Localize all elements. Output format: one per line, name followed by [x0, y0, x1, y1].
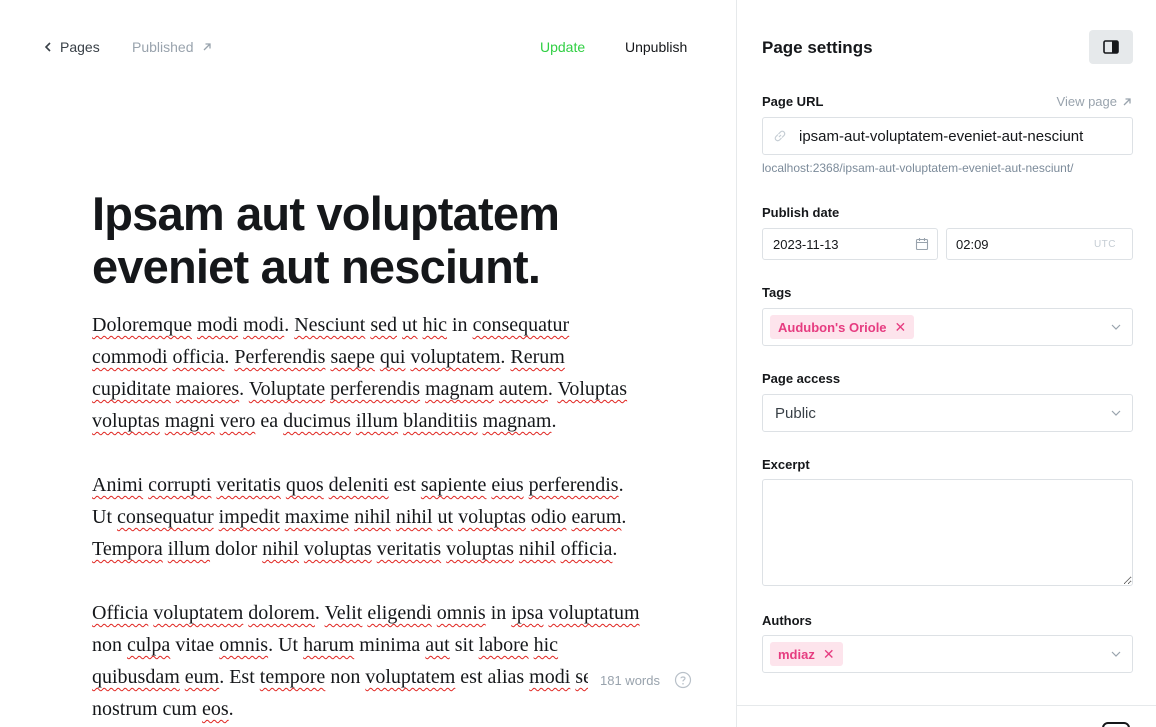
close-icon[interactable]: ✕	[823, 646, 835, 663]
time-value: 02:09	[956, 236, 989, 252]
published-status-link[interactable]: Published	[132, 39, 212, 55]
title-line-2: eveniet aut nesciunt.	[92, 240, 541, 293]
date-value: 2023-11-13	[773, 236, 839, 252]
chevron-down-icon	[1111, 324, 1121, 330]
tag-token: Audubon's Oriole ✕	[770, 315, 915, 339]
help-icon[interactable]	[674, 671, 692, 689]
unpublish-button[interactable]: Unpublish	[625, 39, 687, 55]
author-label: mdiaz	[778, 646, 815, 662]
page-url-label: Page URL	[762, 94, 824, 109]
excerpt-textarea[interactable]	[762, 479, 1133, 586]
post-body[interactable]: Doloremque modi modi. Nesciunt sed ut hi…	[92, 309, 647, 727]
toggle-switch[interactable]	[1102, 722, 1130, 727]
tags-select[interactable]: Audubon's Oriole ✕	[762, 308, 1133, 346]
chevron-left-icon	[44, 42, 51, 52]
chevron-down-icon	[1111, 410, 1121, 416]
sidebar-toggle-icon	[1103, 40, 1119, 54]
update-button[interactable]: Update	[540, 39, 585, 55]
author-token: mdiaz ✕	[770, 642, 843, 666]
sidebar-toggle-button[interactable]	[1089, 30, 1133, 64]
tag-label: Audubon's Oriole	[778, 319, 887, 335]
publish-date-label: Publish date	[762, 205, 840, 220]
page-url-field	[762, 117, 1133, 155]
word-count-label: 181 words	[600, 672, 660, 688]
page-url-input[interactable]	[799, 127, 1119, 145]
body-paragraph: Animi corrupti veritatis quos deleniti e…	[92, 474, 627, 560]
authors-select[interactable]: mdiaz ✕	[762, 635, 1133, 673]
arrow-up-right-icon	[1123, 97, 1131, 105]
view-page-link[interactable]: View page	[1057, 94, 1132, 109]
timezone-label: UTC	[1093, 238, 1116, 250]
chevron-down-icon	[1111, 651, 1121, 657]
page-settings-panel: Page settings Page URL View page localho…	[736, 0, 1156, 727]
calendar-icon[interactable]	[915, 237, 929, 251]
back-to-pages-link[interactable]: Pages	[44, 39, 100, 55]
editor-topbar: Pages Published Update Unpublish	[0, 0, 737, 94]
view-page-label: View page	[1056, 94, 1117, 109]
close-icon[interactable]: ✕	[895, 319, 907, 336]
post-title[interactable]: Ipsam aut voluptatem eveniet aut nesciun…	[92, 187, 652, 293]
status-label: Published	[132, 39, 194, 55]
settings-title: Page settings	[762, 38, 873, 57]
body-paragraph: Officia voluptatem dolorem. Velit eligen…	[92, 602, 642, 720]
settings-divider	[737, 705, 1156, 706]
title-line-1: Ipsam aut voluptatem	[92, 187, 560, 240]
tags-label: Tags	[762, 285, 792, 300]
authors-label: Authors	[762, 613, 812, 628]
page-access-select[interactable]: Public	[762, 394, 1133, 432]
publish-time-input[interactable]: 02:09 UTC	[946, 228, 1133, 260]
back-link-label: Pages	[60, 39, 100, 55]
page-access-label: Page access	[762, 371, 841, 386]
url-preview: localhost:2368/ipsam-aut-voluptatem-even…	[762, 161, 1074, 175]
word-count: 181 words	[588, 668, 704, 692]
body-paragraph: Doloremque modi modi. Nesciunt sed ut hi…	[92, 314, 628, 432]
link-icon	[774, 130, 786, 142]
editor-pane: Pages Published Update Unpublish Ipsam a…	[0, 0, 737, 727]
publish-date-input[interactable]: 2023-11-13	[762, 228, 938, 260]
excerpt-label: Excerpt	[762, 457, 810, 472]
arrow-up-right-icon	[203, 43, 211, 51]
page-access-value: Public	[775, 404, 816, 422]
